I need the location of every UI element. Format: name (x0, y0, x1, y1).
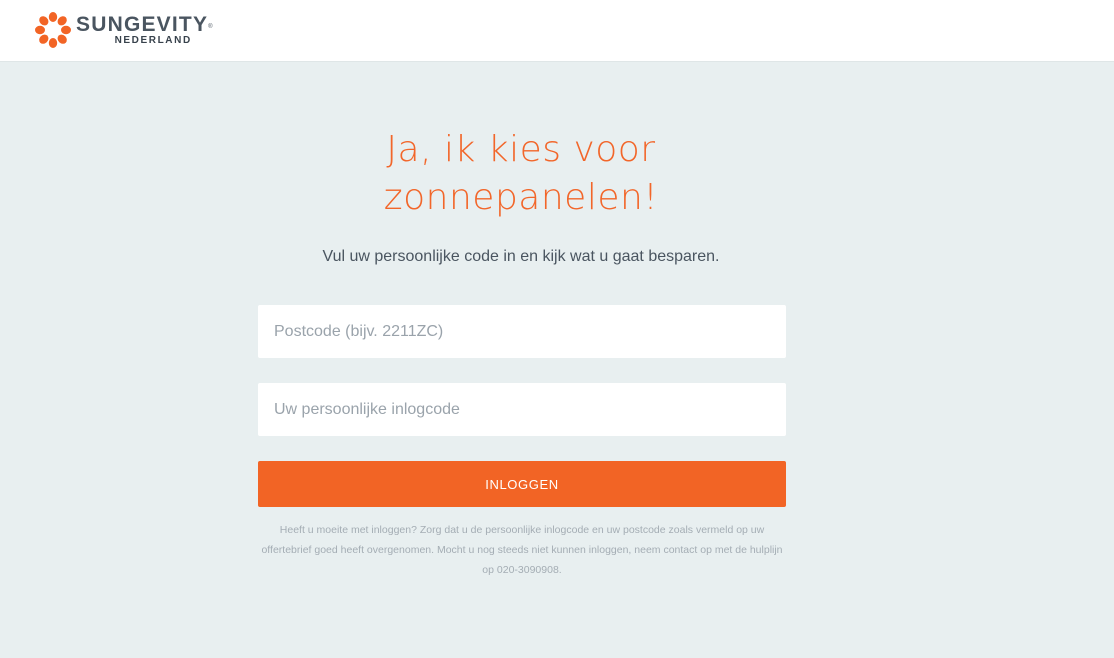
page-title-line-2: zonnepanelen! (383, 177, 659, 218)
login-button[interactable]: INLOGGEN (258, 461, 786, 507)
sun-logo-icon (34, 11, 72, 49)
page-title: Ja, ik kies voor zonnepanelen! (0, 126, 1042, 222)
postcode-input[interactable] (258, 305, 786, 358)
page-subtitle: Vul uw persoonlijke code in en kijk wat … (322, 248, 720, 265)
logo-brand: SUNGEVITY® (76, 12, 214, 36)
sungevity-logo[interactable]: SUNGEVITY® NEDERLAND (34, 11, 214, 49)
logo-wordmark: SUNGEVITY® NEDERLAND (76, 12, 214, 46)
site-header: SUNGEVITY® NEDERLAND (0, 0, 1114, 62)
logo-region: NEDERLAND (114, 34, 192, 46)
login-section: Ja, ik kies voor zonnepanelen! Vul uw pe… (0, 62, 1114, 658)
page-title-line-1: Ja, ik kies voor (386, 129, 656, 170)
help-text: Heeft u moeite met inloggen? Zorg dat u … (261, 524, 783, 576)
login-code-input[interactable] (258, 383, 786, 436)
